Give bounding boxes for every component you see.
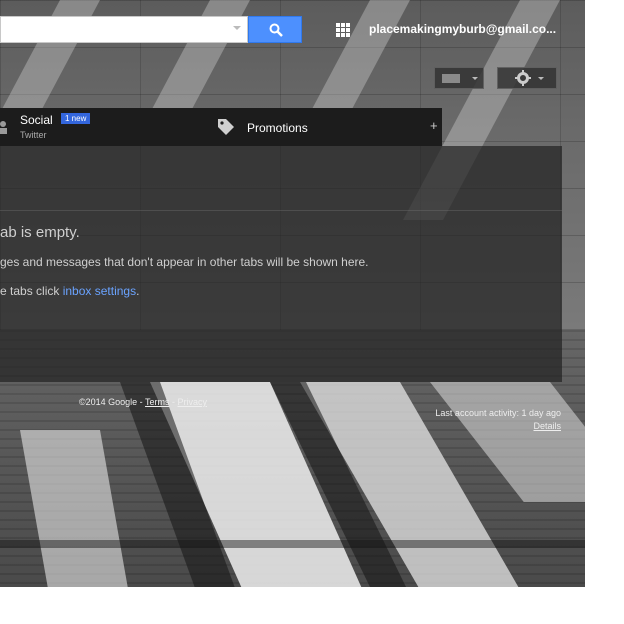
search-input[interactable] xyxy=(0,16,248,43)
new-badge: 1 new xyxy=(61,113,91,124)
details-link[interactable]: Details xyxy=(500,421,561,431)
settings-button[interactable] xyxy=(497,67,557,89)
account-email[interactable]: placemakingmyburb@gmail.co... xyxy=(369,22,561,36)
add-tab-icon[interactable]: + xyxy=(430,118,438,133)
person-icon xyxy=(0,121,7,134)
tab-promotions[interactable]: Promotions xyxy=(210,108,425,146)
empty-tab-heading: ab is empty. xyxy=(0,224,80,241)
panel-divider xyxy=(0,146,562,211)
tag-icon xyxy=(218,119,234,135)
empty-tab-hint: e tabs click inbox settings. xyxy=(0,284,139,298)
search-button[interactable] xyxy=(248,16,302,43)
tab-social[interactable]: Social 1 new Twitter xyxy=(0,108,210,146)
last-account-activity: Last account activity: 1 day ago xyxy=(435,408,561,418)
tab-social-subtitle: Twitter xyxy=(20,130,47,140)
shadow-band xyxy=(0,540,585,548)
chevron-down-icon xyxy=(538,77,544,80)
privacy-link[interactable]: Privacy xyxy=(178,397,208,407)
tab-social-label: Social xyxy=(20,113,53,127)
terms-link[interactable]: Terms xyxy=(145,397,170,407)
search-icon xyxy=(269,23,283,37)
empty-tab-description: ges and messages that don't appear in ot… xyxy=(0,255,369,269)
tab-promotions-label: Promotions xyxy=(247,121,308,135)
category-tabs: Social 1 new Twitter Promotions + xyxy=(0,108,442,146)
gear-icon xyxy=(515,70,531,86)
keyboard-icon xyxy=(442,74,460,83)
hint-prefix: e tabs click xyxy=(0,284,63,298)
copyright-text: ©2014 Google - xyxy=(79,397,146,407)
footer-separator: - xyxy=(169,397,178,407)
input-tools-button[interactable] xyxy=(434,67,484,89)
message-list-panel: ab is empty. ges and messages that don't… xyxy=(0,146,562,382)
apps-grid-icon[interactable] xyxy=(336,23,350,37)
gmail-viewport: placemakingmyburb@gmail.co... Social 1 n… xyxy=(0,0,585,587)
inbox-settings-link[interactable]: inbox settings xyxy=(63,284,136,298)
chevron-down-icon xyxy=(472,77,478,80)
hint-suffix: . xyxy=(136,284,140,298)
search-options-chevron-icon[interactable] xyxy=(233,26,241,30)
footer-copyright: ©2014 Google - Terms - Privacy xyxy=(79,397,207,407)
